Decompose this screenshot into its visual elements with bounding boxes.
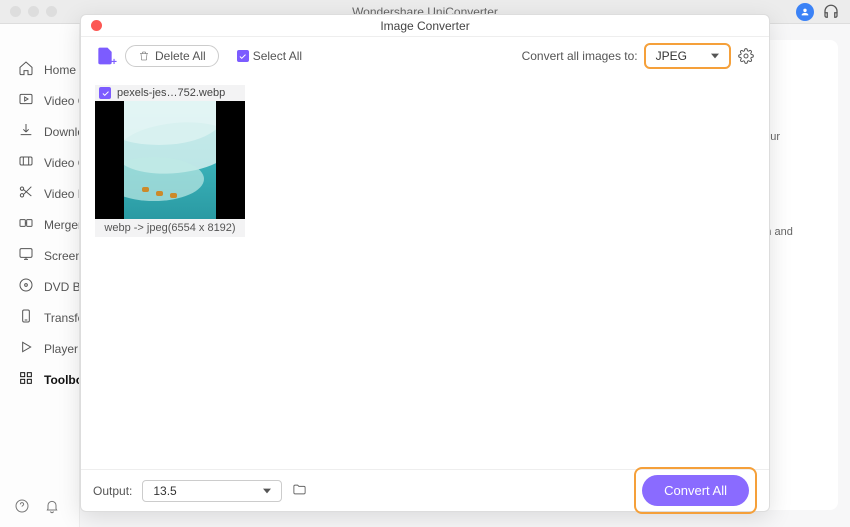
thumbnail-grid: pexels-jes…752.webp webp -> jpeg(6554 x …	[81, 75, 769, 469]
sidebar-item-label: Downloa	[44, 125, 79, 139]
sidebar-item-screen-recorder[interactable]: Screen R	[0, 240, 79, 271]
sidebar-item-label: Toolbox	[44, 373, 79, 387]
merge-icon	[18, 215, 34, 234]
close-modal-button[interactable]	[91, 20, 102, 31]
maximize-window-dot[interactable]	[46, 6, 57, 17]
traffic-lights	[10, 6, 57, 17]
convert-all-button[interactable]: Convert All	[642, 475, 749, 506]
delete-all-label: Delete All	[155, 49, 206, 63]
screen-icon	[18, 246, 34, 265]
sidebar-item-label: Merger	[44, 218, 79, 232]
sidebar-item-label: DVD Bur	[44, 280, 79, 294]
format-select[interactable]: JPEG	[644, 43, 731, 69]
output-label: Output:	[93, 484, 132, 498]
checkbox-checked-icon	[237, 50, 249, 62]
sidebar-item-label: Player	[44, 342, 78, 356]
convert-to-label: Convert all images to:	[522, 49, 638, 63]
thumbnail-header: pexels-jes…752.webp	[95, 85, 245, 101]
sidebar: Home Video Co Downloa Video Co Video Ed …	[0, 24, 80, 527]
sidebar-bottom	[0, 488, 79, 527]
output-path-select[interactable]: 13.5	[142, 480, 282, 502]
user-avatar-icon[interactable]	[796, 3, 814, 21]
sidebar-item-video-compressor[interactable]: Video Co	[0, 147, 79, 178]
modal-header: Image Converter	[81, 15, 769, 37]
grid-icon	[18, 370, 34, 389]
convert-to-group: Convert all images to: JPEG	[522, 43, 755, 69]
sidebar-item-toolbox[interactable]: Toolbox	[0, 364, 79, 395]
sidebar-item-merger[interactable]: Merger	[0, 209, 79, 240]
image-thumbnail-card[interactable]: pexels-jes…752.webp webp -> jpeg(6554 x …	[95, 85, 245, 237]
dvd-icon	[18, 277, 34, 296]
format-selected-value: JPEG	[656, 49, 687, 63]
thumbnail-image	[95, 101, 245, 219]
bell-icon[interactable]	[44, 498, 60, 517]
select-all-checkbox[interactable]: Select All	[237, 49, 302, 63]
open-folder-button[interactable]	[292, 482, 307, 500]
download-icon	[18, 122, 34, 141]
convert-all-highlight: Convert All	[634, 467, 757, 514]
modal-title: Image Converter	[380, 19, 469, 33]
sidebar-item-label: Transfer	[44, 311, 79, 325]
home-icon	[18, 60, 34, 79]
minimize-window-dot[interactable]	[28, 6, 39, 17]
image-converter-modal: Image Converter + Delete All Select All …	[80, 14, 770, 512]
add-media-button[interactable]: +	[95, 46, 115, 66]
thumbnail-filename: pexels-jes…752.webp	[117, 87, 225, 99]
thumbnail-conversion-info: webp -> jpeg(6554 x 8192)	[95, 219, 245, 237]
support-headset-icon[interactable]	[822, 3, 840, 21]
sidebar-item-dvd-burner[interactable]: DVD Bur	[0, 271, 79, 302]
sidebar-item-player[interactable]: Player	[0, 333, 79, 364]
sidebar-item-label: Video Co	[44, 94, 79, 108]
select-all-label: Select All	[253, 49, 302, 63]
sidebar-item-home[interactable]: Home	[0, 54, 79, 85]
play-icon	[18, 339, 34, 358]
transfer-icon	[18, 308, 34, 327]
trash-icon	[138, 50, 150, 62]
close-window-dot[interactable]	[10, 6, 21, 17]
header-icons	[796, 3, 840, 21]
modal-toolbar: + Delete All Select All Convert all imag…	[81, 37, 769, 75]
video-icon	[18, 91, 34, 110]
thumbnail-checkbox[interactable]	[99, 87, 111, 99]
help-icon[interactable]	[14, 498, 30, 517]
sidebar-item-downloader[interactable]: Downloa	[0, 116, 79, 147]
output-path-value: 13.5	[153, 484, 176, 498]
chevron-down-icon	[711, 52, 719, 60]
sidebar-item-video-converter[interactable]: Video Co	[0, 85, 79, 116]
sidebar-item-label: Home	[44, 63, 76, 77]
sidebar-item-video-editor[interactable]: Video Ed	[0, 178, 79, 209]
output-settings-button[interactable]	[737, 47, 755, 65]
modal-footer: Output: 13.5 Convert All	[81, 469, 769, 511]
chevron-down-icon	[263, 487, 271, 495]
delete-all-button[interactable]: Delete All	[125, 45, 219, 67]
sidebar-item-label: Video Co	[44, 156, 79, 170]
scissors-icon	[18, 184, 34, 203]
sidebar-item-label: Screen R	[44, 249, 79, 263]
sidebar-item-label: Video Ed	[44, 187, 79, 201]
sidebar-item-transfer[interactable]: Transfer	[0, 302, 79, 333]
compress-icon	[18, 153, 34, 172]
